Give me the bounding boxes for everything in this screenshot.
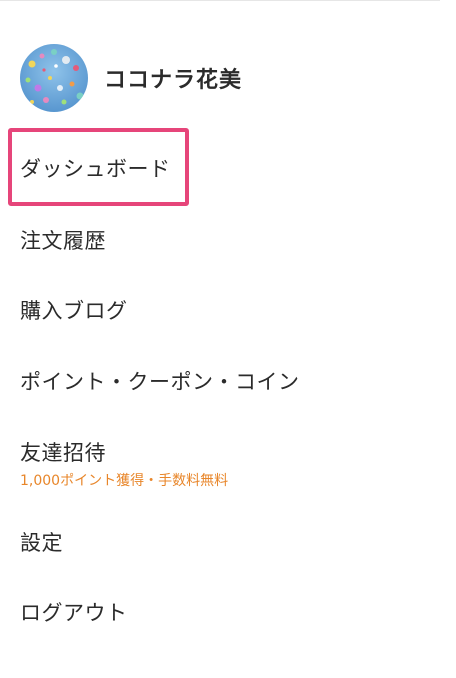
user-name: ココナラ花美	[104, 68, 243, 93]
avatar[interactable]	[20, 44, 88, 112]
menu-item-logout[interactable]: ログアウト	[20, 599, 128, 627]
balloons-avatar-icon	[20, 44, 88, 112]
user-profile[interactable]: ココナラ花美	[20, 44, 242, 112]
top-divider	[0, 0, 440, 1]
menu-item-invite[interactable]: 友達招待	[20, 439, 106, 467]
menu-item-purchase-blog[interactable]: 購入ブログ	[20, 297, 128, 325]
menu-item-points[interactable]: ポイント・クーポン・コイン	[20, 368, 300, 396]
menu-item-orders[interactable]: 注文履歴	[20, 227, 106, 255]
menu-item-settings[interactable]: 設定	[20, 529, 63, 557]
invite-subtext: 1,000ポイント獲得・手数料無料	[20, 473, 229, 489]
menu-item-dashboard[interactable]: ダッシュボード	[20, 155, 171, 183]
